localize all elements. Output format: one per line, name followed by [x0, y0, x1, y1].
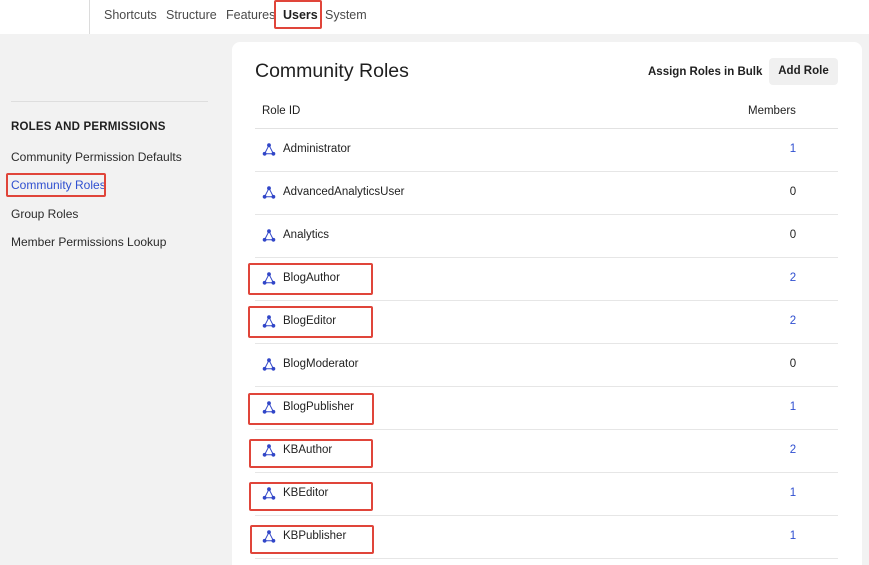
members-count: 0: [789, 358, 797, 370]
sidebar-item-member-permissions-lookup[interactable]: Member Permissions Lookup: [11, 235, 166, 249]
role-icon: [262, 530, 276, 543]
sidebar-divider: [11, 101, 208, 102]
role-name[interactable]: Administrator: [283, 143, 351, 155]
role-name[interactable]: Analytics: [283, 229, 329, 241]
add-role-button[interactable]: Add Role: [769, 58, 838, 85]
column-header-role-id[interactable]: Role ID: [262, 105, 300, 117]
table-row[interactable]: AdvancedAnalyticsUser 0: [255, 172, 838, 215]
sidebar-item-community-permission-defaults[interactable]: Community Permission Defaults: [11, 150, 182, 164]
role-name[interactable]: BlogPublisher: [283, 401, 354, 413]
role-name[interactable]: BlogAuthor: [283, 272, 340, 284]
role-icon: [262, 444, 276, 457]
role-icon: [262, 358, 276, 371]
table-row[interactable]: BlogAuthor 2: [255, 258, 838, 301]
role-icon: [262, 143, 276, 156]
members-count: 0: [789, 229, 797, 241]
table-row[interactable]: BlogPublisher 1: [255, 387, 838, 430]
members-count[interactable]: 1: [788, 487, 798, 499]
role-name[interactable]: KBEditor: [283, 487, 328, 499]
role-icon: [262, 315, 276, 328]
page-title: Community Roles: [255, 60, 409, 82]
role-name[interactable]: KBAuthor: [283, 444, 332, 456]
assign-roles-bulk-button[interactable]: Assign Roles in Bulk: [638, 59, 772, 85]
table-row[interactable]: KBEditor 1: [255, 473, 838, 516]
tab-shortcuts[interactable]: Shortcuts: [104, 8, 157, 22]
table-row[interactable]: KBAuthor 2: [255, 430, 838, 473]
role-icon: [262, 272, 276, 285]
role-name[interactable]: BlogModerator: [283, 358, 358, 370]
table-row[interactable]: KBPublisher 1: [255, 516, 838, 559]
tab-features[interactable]: Features: [226, 8, 275, 22]
top-nav: Shortcuts Structure Features Users Syste…: [0, 0, 869, 34]
tab-users[interactable]: Users: [283, 8, 318, 22]
column-header-members[interactable]: Members: [748, 105, 796, 117]
sidebar-item-community-roles[interactable]: Community Roles: [11, 178, 106, 192]
table-row[interactable]: BlogModerator 0: [255, 344, 838, 387]
table-row[interactable]: Analytics 0: [255, 215, 838, 258]
sidebar-item-group-roles[interactable]: Group Roles: [11, 207, 78, 221]
nav-divider: [89, 0, 90, 34]
role-icon: [262, 229, 276, 242]
role-name[interactable]: BlogEditor: [283, 315, 336, 327]
sidebar-heading: ROLES AND PERMISSIONS: [11, 121, 166, 133]
roles-panel: Community Roles Assign Roles in Bulk Add…: [232, 42, 862, 565]
members-count[interactable]: 1: [788, 401, 798, 413]
members-count[interactable]: 1: [788, 143, 798, 155]
members-count[interactable]: 2: [788, 444, 798, 456]
members-count[interactable]: 2: [788, 272, 798, 284]
role-icon: [262, 401, 276, 414]
role-name[interactable]: KBPublisher: [283, 530, 346, 542]
members-count[interactable]: 2: [788, 315, 798, 327]
table-row[interactable]: BlogEditor 2: [255, 301, 838, 344]
role-name[interactable]: AdvancedAnalyticsUser: [283, 186, 404, 198]
members-count: 0: [789, 186, 797, 198]
table-row[interactable]: Administrator 1: [255, 129, 838, 172]
role-icon: [262, 186, 276, 199]
tab-structure[interactable]: Structure: [166, 8, 217, 22]
role-icon: [262, 487, 276, 500]
members-count[interactable]: 1: [788, 530, 798, 542]
tab-system[interactable]: System: [325, 8, 367, 22]
